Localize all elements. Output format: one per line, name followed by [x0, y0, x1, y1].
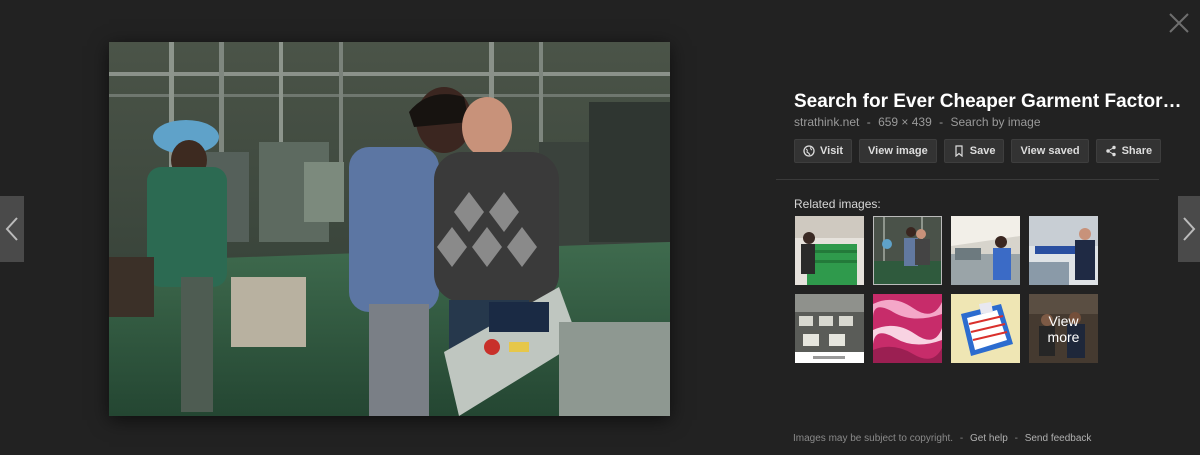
- thumbnail-image: [1029, 216, 1098, 285]
- footer-separator: -: [1014, 433, 1018, 444]
- thumbnail-image: [795, 216, 864, 285]
- thumbnail-image: [951, 294, 1020, 363]
- save-button[interactable]: Save: [943, 139, 1005, 163]
- get-help-link[interactable]: Get help: [970, 433, 1008, 444]
- image-dimensions: 659 × 439: [878, 115, 932, 129]
- image-title[interactable]: Search for Ever Cheaper Garment Factor…: [794, 91, 1182, 113]
- visit-button[interactable]: Visit: [794, 139, 853, 163]
- thumbnail-image: [951, 216, 1020, 285]
- view-saved-button[interactable]: View saved: [1011, 139, 1089, 163]
- thumbnail-image: [873, 216, 942, 285]
- thumbnail-image: [795, 294, 864, 363]
- close-button[interactable]: [1168, 12, 1190, 34]
- share-button[interactable]: Share: [1095, 139, 1162, 163]
- action-bar: Visit View image Save View saved Share: [794, 139, 1162, 163]
- visit-label: Visit: [820, 145, 844, 157]
- globe-icon: [803, 145, 815, 157]
- related-images-grid: View more: [795, 216, 1098, 363]
- factory-photo: [109, 42, 670, 416]
- source-site-link[interactable]: strathink.net: [794, 115, 859, 129]
- next-image-button[interactable]: [1178, 196, 1200, 262]
- share-icon: [1105, 145, 1116, 157]
- related-image-thumbnail[interactable]: [951, 216, 1020, 285]
- footer-separator: -: [959, 433, 964, 444]
- related-image-thumbnail[interactable]: [873, 216, 942, 285]
- bookmark-icon: [955, 145, 963, 157]
- save-label: Save: [969, 145, 996, 157]
- view-image-label: View image: [868, 145, 928, 157]
- send-feedback-link[interactable]: Send feedback: [1025, 433, 1092, 444]
- view-more-label: View more: [1029, 294, 1098, 363]
- related-image-thumbnail[interactable]: [1029, 216, 1098, 285]
- share-label: Share: [1121, 145, 1153, 157]
- image-meta: strathink.net - 659 × 439 - Search by im…: [794, 114, 1174, 130]
- divider: [776, 179, 1159, 180]
- copyright-notice: Images may be subject to copyright.: [793, 433, 954, 444]
- view-image-button[interactable]: View image: [859, 139, 937, 163]
- related-images-label: Related images:: [794, 197, 881, 211]
- main-preview-image[interactable]: [109, 42, 670, 416]
- view-more-button[interactable]: View more: [1029, 294, 1098, 363]
- related-image-thumbnail[interactable]: [795, 294, 864, 363]
- thumbnail-image: [873, 294, 942, 363]
- related-image-thumbnail[interactable]: [951, 294, 1020, 363]
- footer: Images may be subject to copyright. - Ge…: [793, 433, 1091, 444]
- meta-separator: -: [866, 115, 871, 129]
- search-by-image-link[interactable]: Search by image: [950, 115, 1040, 129]
- view-saved-label: View saved: [1020, 145, 1080, 157]
- image-info-panel: Search for Ever Cheaper Garment Factor… …: [794, 91, 1182, 130]
- meta-separator: -: [939, 115, 944, 129]
- related-image-thumbnail[interactable]: [873, 294, 942, 363]
- chevron-left-icon: [5, 217, 18, 241]
- close-icon: [1169, 13, 1189, 33]
- chevron-right-icon: [1183, 217, 1196, 241]
- previous-image-button[interactable]: [0, 196, 24, 262]
- related-image-thumbnail[interactable]: [795, 216, 864, 285]
